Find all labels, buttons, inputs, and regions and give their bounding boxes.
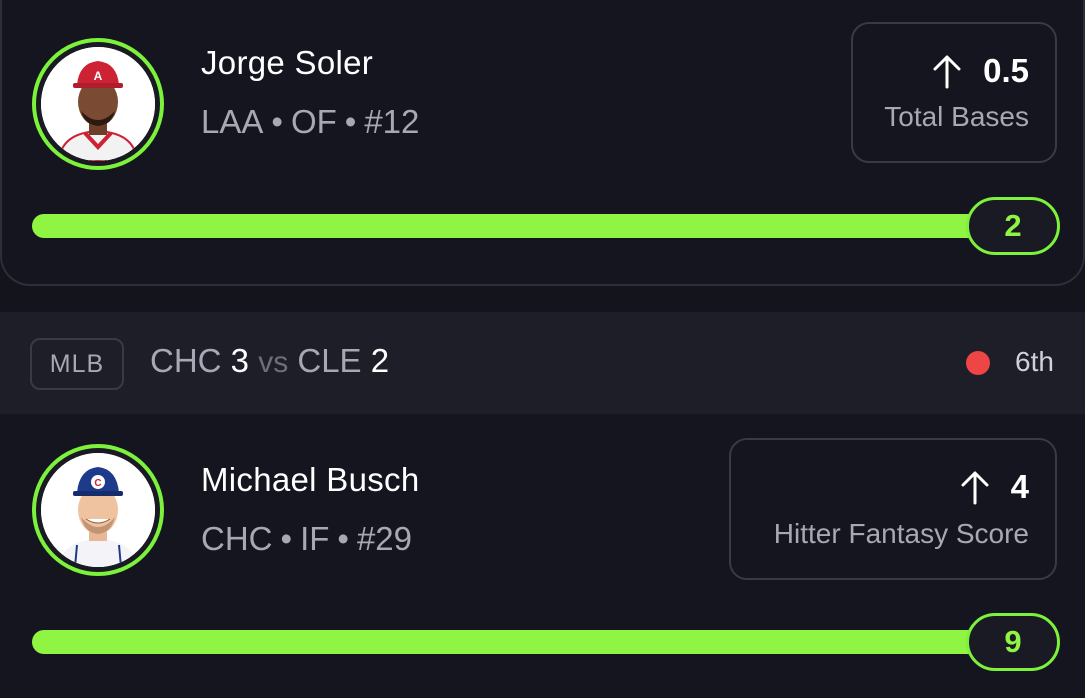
stat-line: 0.5 (931, 52, 1029, 90)
home-score: 2 (370, 342, 390, 379)
player-position: IF (300, 520, 330, 557)
progress-fill (32, 630, 1002, 654)
league-badge: MLB (30, 338, 124, 390)
stat-box-hitter-fantasy-score[interactable]: 4 Hitter Fantasy Score (729, 438, 1057, 580)
svg-text:A: A (94, 69, 103, 83)
live-indicator-icon (966, 351, 990, 375)
vs-label: vs (258, 346, 289, 379)
player-team: LAA (201, 103, 264, 140)
stat-value: 0.5 (983, 52, 1029, 89)
separator-dot: • (344, 103, 357, 140)
stat-value: 4 (1010, 468, 1029, 505)
svg-text:C: C (94, 478, 101, 489)
player-meta: LAA • OF • #12 (201, 103, 419, 141)
player-name: Michael Busch (201, 461, 420, 498)
player-meta: CHC • IF • #29 (201, 520, 412, 558)
player-avatar-busch: C (32, 444, 164, 576)
separator-dot: • (280, 520, 293, 557)
progress-fill (32, 214, 1002, 238)
progress-value-badge: 9 (966, 613, 1060, 671)
stat-line: 4 (959, 468, 1029, 506)
player-headshot-busch: C (41, 453, 155, 567)
progress-bar-soler (32, 214, 1002, 238)
player-number: #29 (356, 520, 413, 557)
stat-label: Total Bases (884, 101, 1029, 132)
player-position: OF (290, 103, 337, 140)
separator-dot: • (271, 103, 283, 140)
game-inning: 6th (1015, 346, 1054, 377)
player-props-list: A Jorge Soler LAA • OF • #12 0.5 Total Bases… (0, 0, 1085, 698)
game-score: CHC 3 vs CLE 2 (150, 342, 389, 380)
home-team: CLE (297, 342, 362, 379)
arrow-up-icon (933, 55, 961, 89)
player-avatar-soler: A (32, 38, 164, 170)
separator-dot: • (337, 520, 349, 557)
player-number: #12 (364, 103, 420, 140)
player-headshot-soler: A (41, 47, 155, 161)
stat-label: Hitter Fantasy Score (773, 518, 1029, 549)
progress-bar-busch (32, 630, 1002, 654)
away-score: 3 (230, 342, 250, 379)
away-team: CHC (150, 342, 222, 379)
stat-box-total-bases[interactable]: 0.5 Total Bases (851, 22, 1057, 163)
arrow-up-icon (961, 471, 989, 505)
player-team: CHC (201, 520, 273, 557)
progress-value-badge: 2 (966, 197, 1060, 255)
player-name: Jorge Soler (201, 44, 374, 81)
